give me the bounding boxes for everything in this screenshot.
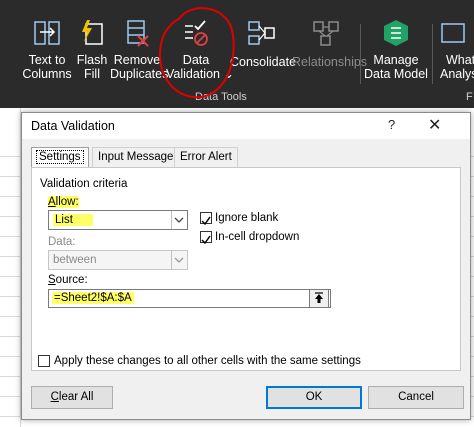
ribbon: Text to Columns Flash Fill Remove Duplicate…: [0, 0, 474, 108]
checkmark-icon: [201, 216, 211, 226]
text-to-columns-icon: [34, 21, 60, 45]
close-button[interactable]: ✕: [428, 115, 441, 135]
tab-settings[interactable]: Settings: [31, 147, 89, 168]
data-label: Data:: [48, 236, 76, 248]
validation-criteria-heading: Validation criteria: [40, 178, 128, 190]
data-validation-button[interactable]: Data Validation ⌄: [166, 0, 234, 90]
collapse-arrow-icon: [315, 292, 323, 303]
data-validation-icon: [185, 20, 208, 46]
relationships-icon: [313, 21, 339, 46]
cancel-button[interactable]: Cancel: [368, 386, 464, 409]
flash-fill-icon: [82, 20, 103, 45]
manage-data-model-button[interactable]: Manage Data Model: [360, 0, 432, 90]
checkmark-icon: [201, 235, 211, 245]
help-button[interactable]: ?: [388, 117, 395, 132]
chevron-down-icon[interactable]: [171, 251, 187, 269]
group-label-data-tools: Data Tools: [195, 91, 247, 103]
tab-error-alert[interactable]: Error Alert: [174, 147, 238, 167]
ignore-blank-checkbox[interactable]: [200, 212, 212, 226]
remove-duplicates-button[interactable]: Remove Duplicates: [110, 0, 168, 90]
data-model-icon: [384, 20, 408, 46]
group-separator: [432, 24, 433, 84]
source-label: Source:: [48, 274, 88, 286]
group-label-next: F: [466, 91, 473, 103]
data-validation-dialog: Data Validation ? ✕ Settings Input Messa…: [21, 112, 471, 420]
allow-label: Allow:: [48, 196, 79, 208]
data-select-value: between: [53, 254, 97, 266]
allow-select-value: List: [53, 214, 93, 226]
settings-panel: Validation criteria Allow: List Data: be…: [31, 167, 461, 371]
flash-fill-button[interactable]: Flash Fill: [76, 0, 108, 90]
remove-duplicates-icon: [127, 20, 149, 47]
collapse-dialog-button[interactable]: [309, 289, 329, 308]
source-input[interactable]: =Sheet2!$A:$A: [48, 289, 331, 308]
ok-button[interactable]: OK: [266, 386, 362, 409]
data-select[interactable]: between: [48, 250, 188, 270]
ignore-blank-label: Ignore blank: [215, 212, 279, 224]
clear-all-button[interactable]: Clear All: [31, 386, 113, 409]
tab-input-message[interactable]: Input Message: [92, 147, 180, 167]
consolidate-icon: [248, 21, 275, 45]
apply-all-checkbox[interactable]: [38, 355, 50, 367]
dialog-titlebar[interactable]: Data Validation ? ✕: [22, 113, 470, 139]
what-if-analysis-button[interactable]: What-Analysis: [434, 0, 474, 90]
source-input-value: =Sheet2!$A:$A: [52, 292, 134, 304]
allow-select[interactable]: List: [48, 210, 188, 230]
in-cell-dropdown-checkbox[interactable]: [200, 231, 212, 245]
group-separator: [360, 24, 361, 84]
what-if-icon: [441, 23, 465, 43]
dialog-title: Data Validation: [31, 119, 115, 133]
chevron-down-icon[interactable]: [171, 211, 187, 229]
relationships-button[interactable]: Relationships: [292, 0, 367, 90]
consolidate-button[interactable]: Consolidate: [230, 0, 296, 90]
text-to-columns-button[interactable]: Text to Columns: [18, 0, 76, 90]
in-cell-dropdown-label: In-cell dropdown: [215, 231, 300, 243]
apply-all-label: Apply these changes to all other cells w…: [54, 355, 361, 367]
